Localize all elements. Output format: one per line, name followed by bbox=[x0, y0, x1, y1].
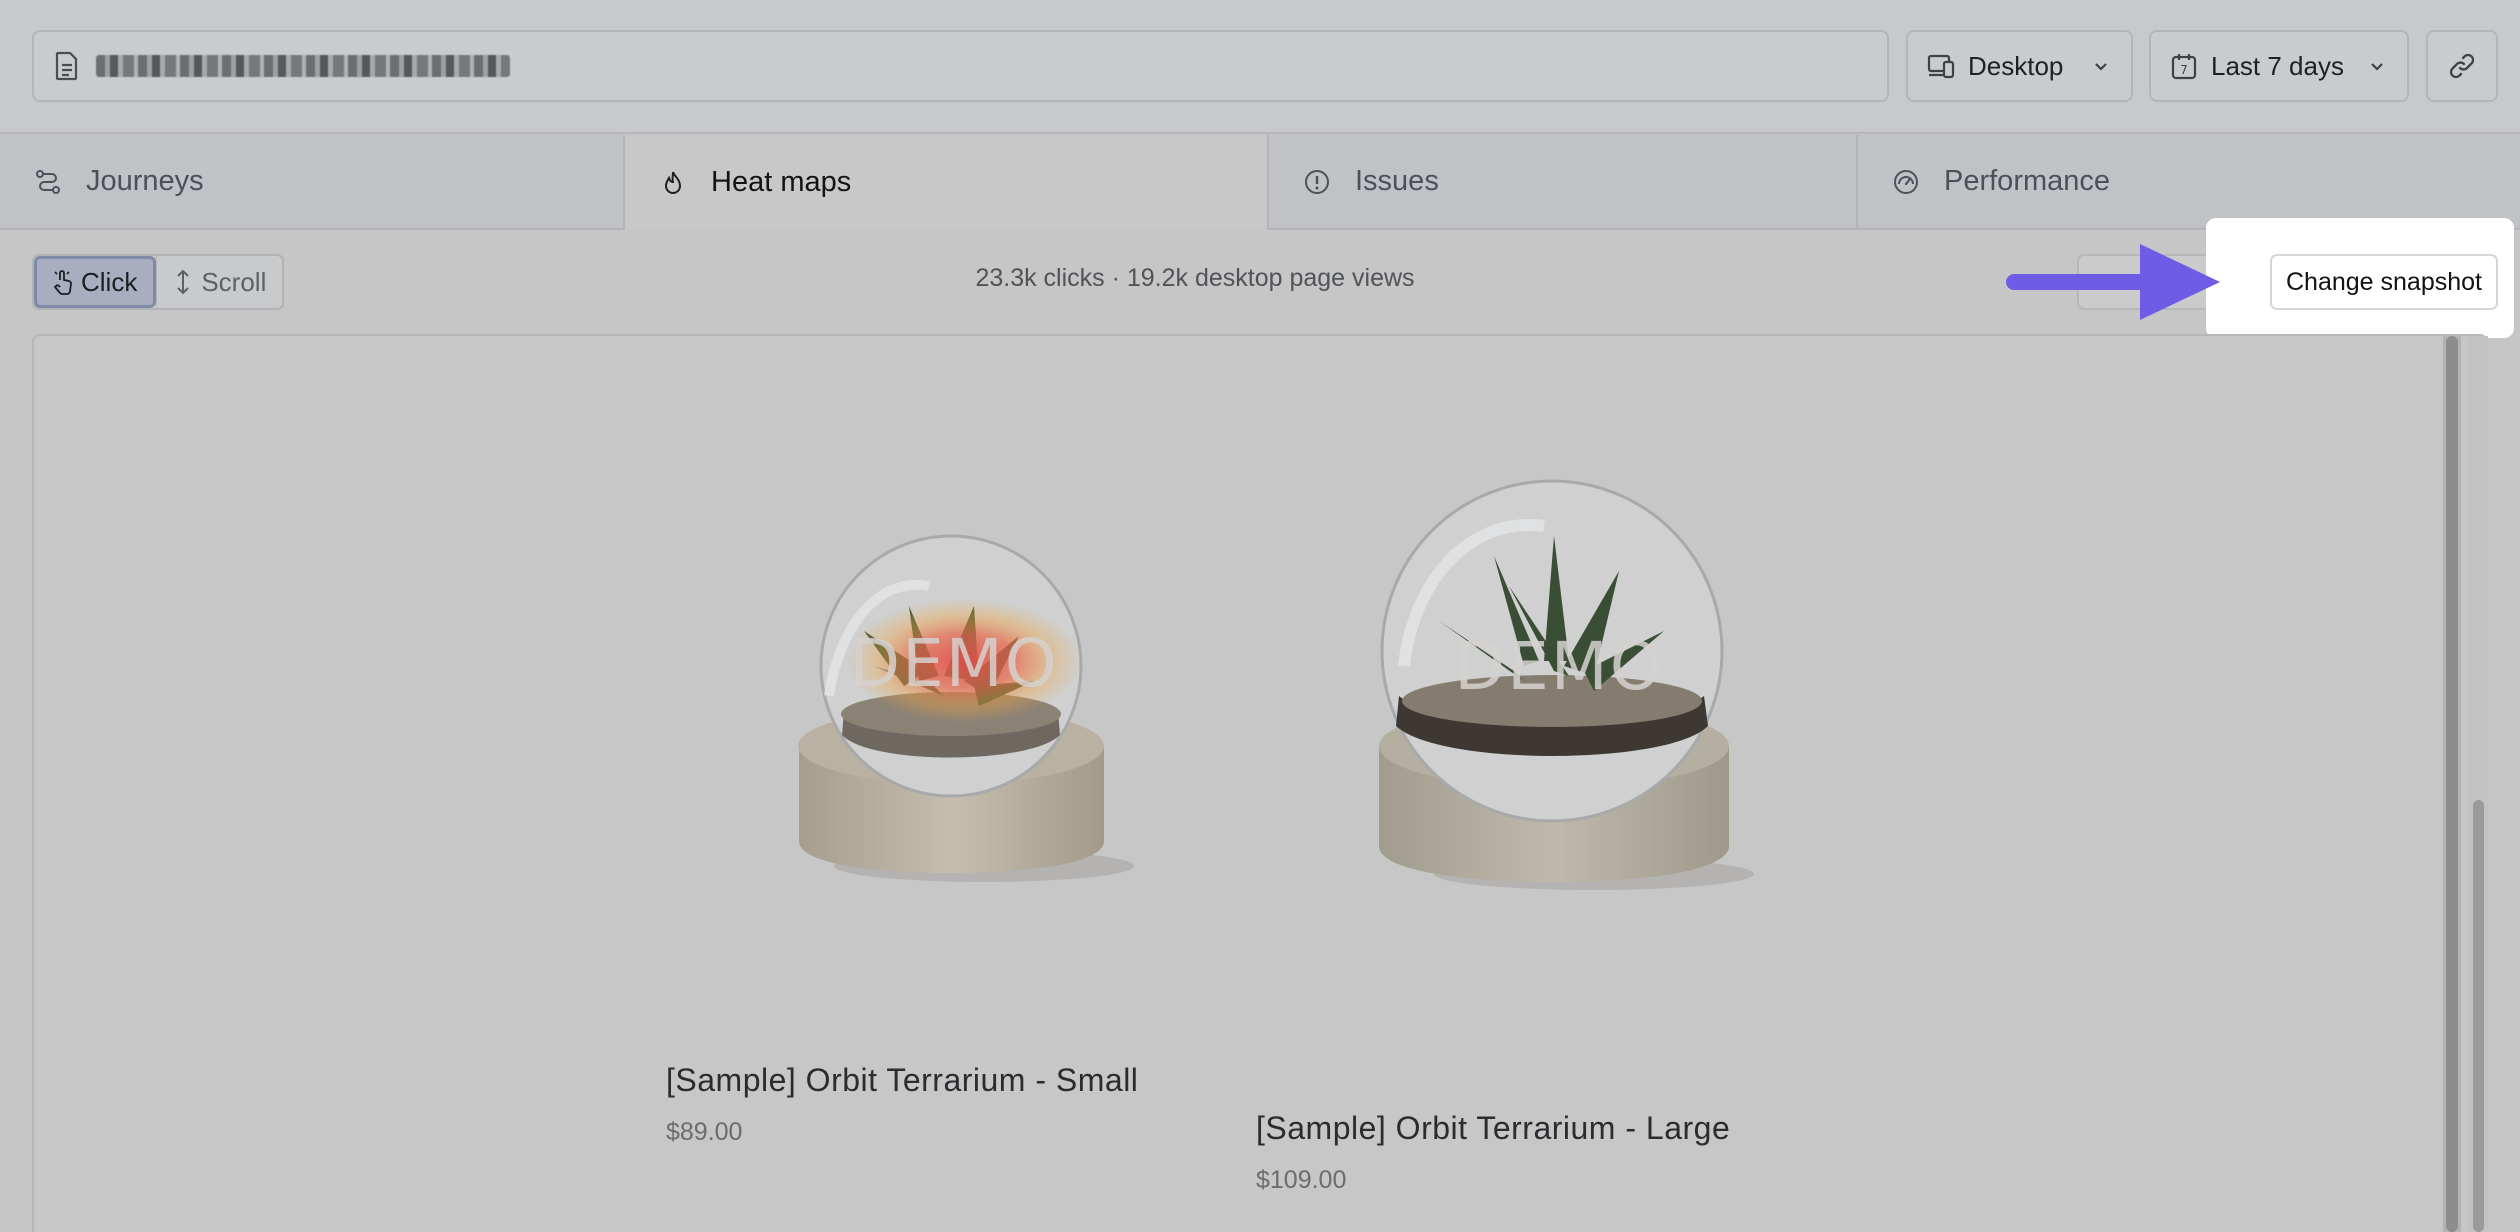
journeys-icon bbox=[36, 169, 60, 194]
url-text-redacted bbox=[96, 55, 510, 77]
page-url-field[interactable] bbox=[32, 30, 1889, 102]
demo-watermark: DEMO bbox=[1454, 628, 1663, 705]
tab-label: Performance bbox=[1944, 165, 2111, 197]
scroll-mode-button[interactable]: Scroll bbox=[156, 256, 282, 308]
preview-scrollbar[interactable] bbox=[2446, 336, 2458, 1232]
arrow-shape bbox=[2006, 244, 2220, 320]
tab-bar: Journeys Heat maps Issues Performance bbox=[0, 135, 2520, 230]
vertical-arrows-icon bbox=[177, 269, 190, 295]
click-mode-label: Click bbox=[81, 266, 138, 297]
tab-label: Heat maps bbox=[711, 166, 852, 198]
annotation-arrow-icon bbox=[2006, 244, 2220, 320]
demo-watermark: DEMO bbox=[849, 625, 1058, 702]
tab-label: Journeys bbox=[86, 165, 204, 197]
product-card-small[interactable]: DEMO bbox=[664, 486, 1224, 926]
product-title[interactable]: [Sample] Orbit Terrarium - Small bbox=[666, 1062, 1138, 1099]
top-bar: Desktop 7 Last 7 days bbox=[0, 0, 2520, 134]
link-icon bbox=[2449, 53, 2475, 79]
gauge-icon bbox=[1894, 169, 1918, 194]
calendar-icon: 7 bbox=[2171, 54, 2197, 80]
pointer-click-icon bbox=[53, 270, 72, 295]
flame-icon bbox=[664, 171, 682, 194]
devices-icon bbox=[1927, 54, 1955, 79]
heatmap-mode-toggle: Click Scroll bbox=[32, 254, 285, 310]
terrarium-small-image: DEMO bbox=[798, 534, 1134, 882]
page-scrollbar[interactable] bbox=[2473, 800, 2484, 1232]
product-price: $89.00 bbox=[666, 1118, 743, 1146]
calendar-icon-day: 7 bbox=[2180, 63, 2188, 77]
alert-circle-icon bbox=[1305, 169, 1329, 194]
date-range-select[interactable]: 7 Last 7 days bbox=[2149, 30, 2409, 102]
product-title[interactable]: [Sample] Orbit Terrarium - Large bbox=[1256, 1110, 1730, 1147]
click-mode-button[interactable]: Click bbox=[34, 256, 157, 308]
chevron-down-icon bbox=[2095, 63, 2107, 71]
tab-journeys[interactable]: Journeys bbox=[0, 135, 625, 230]
scroll-mode-label: Scroll bbox=[201, 266, 267, 297]
document-icon bbox=[55, 51, 78, 81]
tab-label: Issues bbox=[1355, 165, 1439, 197]
device-select-value: Desktop bbox=[1968, 50, 2064, 81]
product-card-large[interactable]: DEMO bbox=[1254, 446, 1834, 936]
tab-issues[interactable]: Issues bbox=[1269, 135, 1858, 230]
terrarium-large-image: DEMO bbox=[1379, 479, 1754, 890]
product-price: $109.00 bbox=[1256, 1166, 1347, 1194]
copy-link-button[interactable] bbox=[2426, 30, 2498, 102]
heatmap-stats: 23.3k clicks · 19.2k desktop page views bbox=[975, 264, 1415, 292]
device-select[interactable]: Desktop bbox=[1906, 30, 2133, 102]
chevron-down-icon bbox=[2371, 63, 2383, 71]
page-preview: DEMO [Sample] Orbit Terrarium - Small $8… bbox=[32, 334, 2488, 1232]
tab-performance[interactable]: Performance bbox=[1858, 135, 2520, 230]
date-range-value: Last 7 days bbox=[2211, 50, 2344, 81]
change-snapshot-button[interactable]: Change snapshot bbox=[2270, 254, 2498, 310]
tab-heat-maps[interactable]: Heat maps bbox=[625, 135, 1269, 230]
